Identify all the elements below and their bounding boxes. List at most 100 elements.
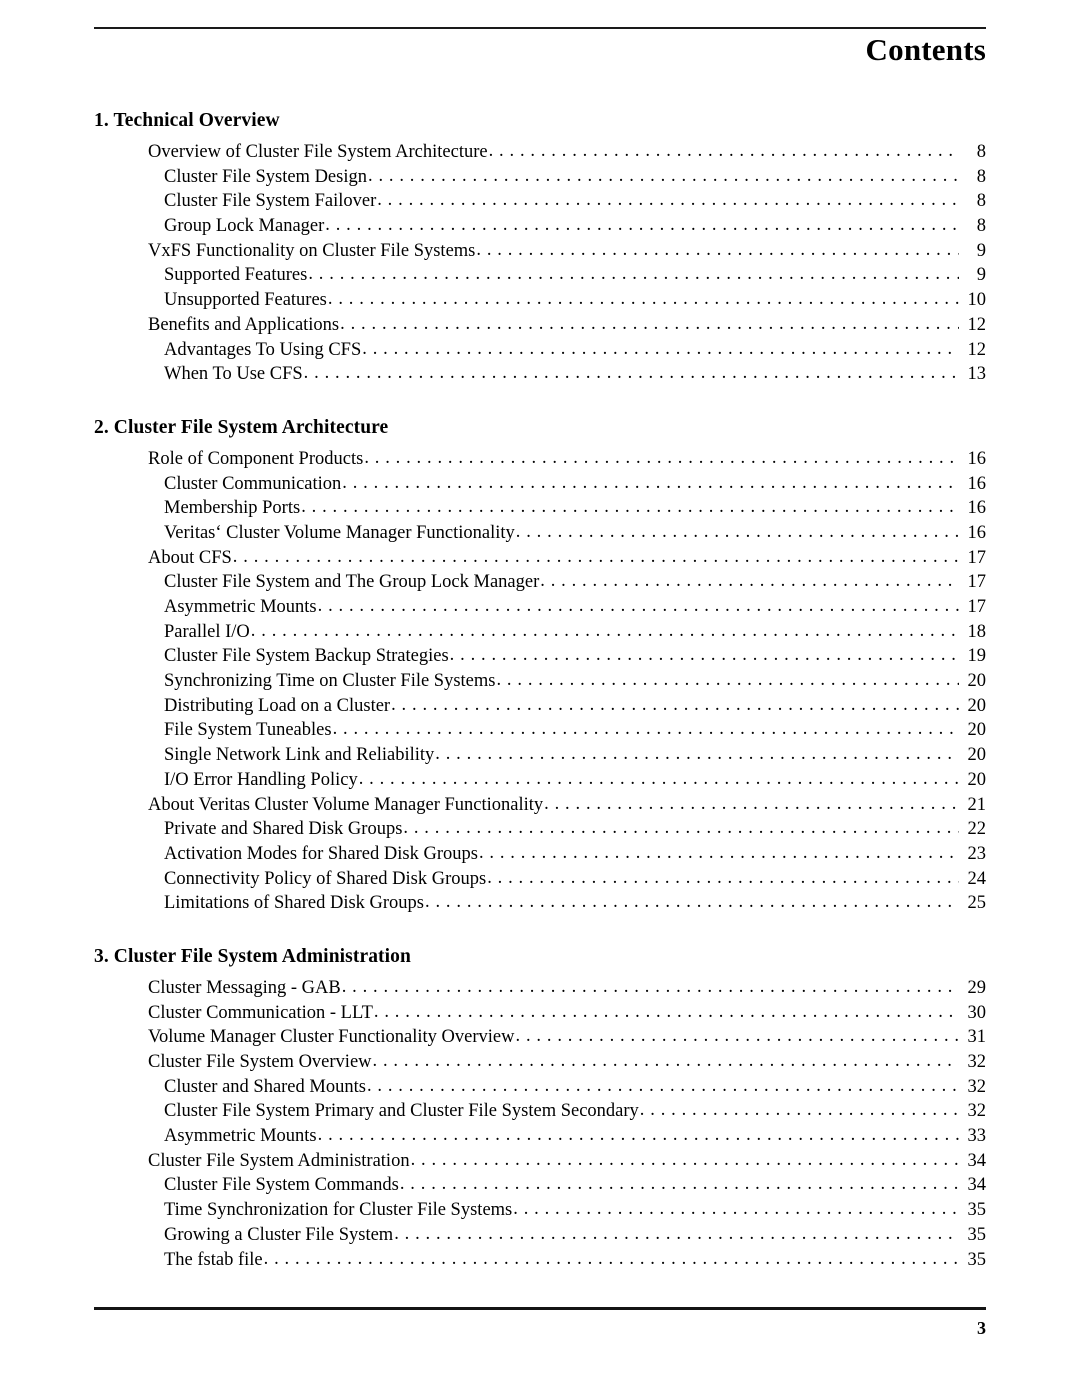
toc-entry-label: Private and Shared Disk Groups: [164, 819, 403, 840]
toc-entry-label: Veritas‘ Cluster Volume Manager Function…: [164, 522, 515, 543]
toc-entry[interactable]: Activation Modes for Shared Disk Groups 2…: [94, 842, 986, 867]
toc-entry[interactable]: I/O Error Handling Policy 20: [94, 768, 986, 793]
toc-entry-page-number: 20: [967, 720, 987, 741]
toc-leader-dots: [325, 214, 959, 236]
toc-entry-label: Growing a Cluster File System: [164, 1224, 394, 1245]
toc-entry-page-number: 34: [967, 1150, 987, 1171]
toc-entry-label: Cluster and Shared Mounts: [164, 1076, 366, 1097]
toc-entry-page-number: 10: [967, 290, 987, 311]
toc-entry-page-number: 16: [967, 498, 987, 519]
toc-entry-label: Cluster File System Commands: [164, 1175, 399, 1196]
toc-leader-dots: [411, 1149, 959, 1171]
toc-entry[interactable]: Cluster File System Design 8: [94, 165, 986, 190]
toc-leader-dots: [318, 1124, 959, 1146]
toc-leader-dots: [233, 546, 959, 568]
toc-entry-page-number: 20: [967, 745, 987, 766]
toc-entry[interactable]: Cluster Messaging - GAB 29: [94, 976, 986, 1001]
toc-entry-page-number: 20: [967, 769, 987, 790]
toc-entry-label: Limitations of Shared Disk Groups: [164, 893, 425, 914]
toc-section-title: 1. Technical Overview: [94, 110, 280, 131]
toc-entry-page-number: 13: [967, 364, 987, 385]
toc-entry[interactable]: Single Network Link and Reliability 20: [94, 743, 986, 768]
toc-entry-page-number: 17: [967, 597, 987, 617]
toc-entry-label: Asymmetric Mounts: [164, 597, 317, 617]
toc-entry[interactable]: Veritas‘ Cluster Volume Manager Function…: [94, 521, 986, 546]
toc-entry[interactable]: Synchronizing Time on Cluster File Syste…: [94, 669, 986, 694]
toc-entry-label: When To Use CFS: [164, 364, 303, 385]
toc-entry-page-number: 16: [967, 448, 987, 469]
toc-entry[interactable]: The fstab file 35: [94, 1248, 986, 1273]
toc-entry-page-number: 31: [967, 1027, 987, 1048]
toc-leader-dots: [368, 165, 959, 187]
toc-entry[interactable]: Cluster Communication - LLT 30: [94, 1001, 986, 1026]
toc-entry-page-number: 30: [967, 1002, 987, 1023]
toc-entry[interactable]: Role of Component Products 16: [94, 447, 986, 472]
toc-entry-label: Activation Modes for Shared Disk Groups: [164, 843, 478, 864]
toc-entry-label: Supported Features: [164, 265, 308, 286]
toc-entry[interactable]: About CFS 17: [94, 546, 986, 571]
toc-entry[interactable]: Cluster File System Primary and Cluster …: [94, 1099, 986, 1124]
toc-entry-page-number: 22: [967, 819, 987, 840]
toc-entry[interactable]: Cluster File System and The Group Lock M…: [94, 570, 986, 595]
toc-entry-label: Synchronizing Time on Cluster File Syste…: [164, 671, 496, 692]
toc-entry[interactable]: Distributing Load on a Cluster 20: [94, 694, 986, 719]
toc-entry-page-number: 25: [967, 893, 987, 914]
toc-entry-page-number: 9: [976, 240, 986, 261]
toc-entry-page-number: 8: [976, 216, 986, 237]
toc-entry-label: About Veritas Cluster Volume Manager Fun…: [148, 794, 544, 815]
toc-entry[interactable]: Cluster File System Overview 32: [94, 1050, 986, 1075]
toc-entry[interactable]: Private and Shared Disk Groups 22: [94, 817, 986, 842]
toc-leader-dots: [476, 239, 959, 261]
toc-entry[interactable]: File System Tuneables 20: [94, 718, 986, 743]
toc-entry-label: Cluster File System Design: [164, 166, 367, 187]
toc-entry-page-number: 24: [967, 868, 987, 889]
toc-leader-dots: [308, 263, 959, 285]
toc-entry-label: About CFS: [148, 547, 232, 568]
toc-leader-dots: [301, 496, 959, 518]
toc-entry[interactable]: Unsupported Features 10: [94, 288, 986, 313]
toc-entry[interactable]: Membership Ports 16: [94, 496, 986, 521]
toc-entry[interactable]: Advantages To Using CFS 12: [94, 338, 986, 363]
toc-entry[interactable]: Supported Features 9: [94, 263, 986, 288]
toc-entry[interactable]: Cluster and Shared Mounts 32: [94, 1075, 986, 1100]
toc-leader-dots: [362, 338, 959, 360]
toc-entry[interactable]: When To Use CFS 13: [94, 362, 986, 387]
toc-entry[interactable]: Time Synchronization for Cluster File Sy…: [94, 1198, 986, 1223]
toc-leader-dots: [544, 793, 959, 815]
toc-entry[interactable]: Asymmetric Mounts 33: [94, 1124, 986, 1149]
toc-entry[interactable]: VxFS Functionality on Cluster File Syste…: [94, 239, 986, 264]
toc-leader-dots: [516, 1025, 959, 1047]
toc-entry-page-number: 12: [967, 314, 987, 335]
page-title: Contents: [865, 32, 986, 67]
toc-entry-label: Parallel I/O: [164, 621, 250, 642]
toc-entry-label: Cluster File System Backup Strategies: [164, 646, 449, 667]
toc-leader-dots: [435, 743, 959, 765]
toc-entry[interactable]: Cluster File System Commands 34: [94, 1173, 986, 1198]
toc-entry-label: Cluster Communication: [164, 473, 342, 494]
toc-entry-label: Cluster File System Primary and Cluster …: [164, 1101, 639, 1122]
toc-entry-label: Connectivity Policy of Shared Disk Group…: [164, 868, 487, 889]
toc-entry[interactable]: Parallel I/O 18: [94, 620, 986, 645]
toc-entry[interactable]: Cluster File System Backup Strategies 19: [94, 644, 986, 669]
toc-leader-dots: [264, 1248, 959, 1270]
toc-section-title: 3. Cluster File System Administration: [94, 945, 411, 967]
toc-entry[interactable]: Asymmetric Mounts 17: [94, 595, 986, 620]
toc-leader-dots: [377, 189, 959, 211]
toc-entry-label: Membership Ports: [164, 498, 301, 519]
toc-entry[interactable]: Group Lock Manager 8: [94, 214, 986, 239]
footer-divider: [94, 1307, 986, 1310]
toc-entry[interactable]: Benefits and Applications 12: [94, 313, 986, 338]
toc-entry[interactable]: About Veritas Cluster Volume Manager Fun…: [94, 793, 986, 818]
toc-entry-page-number: 18: [967, 621, 987, 642]
toc-entry[interactable]: Limitations of Shared Disk Groups 25: [94, 891, 986, 916]
toc-entry[interactable]: Connectivity Policy of Shared Disk Group…: [94, 867, 986, 892]
toc-leader-dots: [640, 1099, 959, 1121]
toc-entry[interactable]: Cluster Communication 16: [94, 472, 986, 497]
toc-entry[interactable]: Cluster File System Administration 34: [94, 1149, 986, 1174]
toc-entry[interactable]: Cluster File System Failover 8: [94, 189, 986, 214]
toc-entry[interactable]: Overview of Cluster File System Architec…: [94, 140, 986, 165]
toc-entry[interactable]: Volume Manager Cluster Functionality Ove…: [94, 1025, 986, 1050]
toc-entry[interactable]: Growing a Cluster File System 35: [94, 1223, 986, 1248]
table-of-contents: 1. Technical Overview Overview of Cluster…: [94, 108, 986, 1272]
toc-entry-page-number: 20: [967, 671, 987, 692]
